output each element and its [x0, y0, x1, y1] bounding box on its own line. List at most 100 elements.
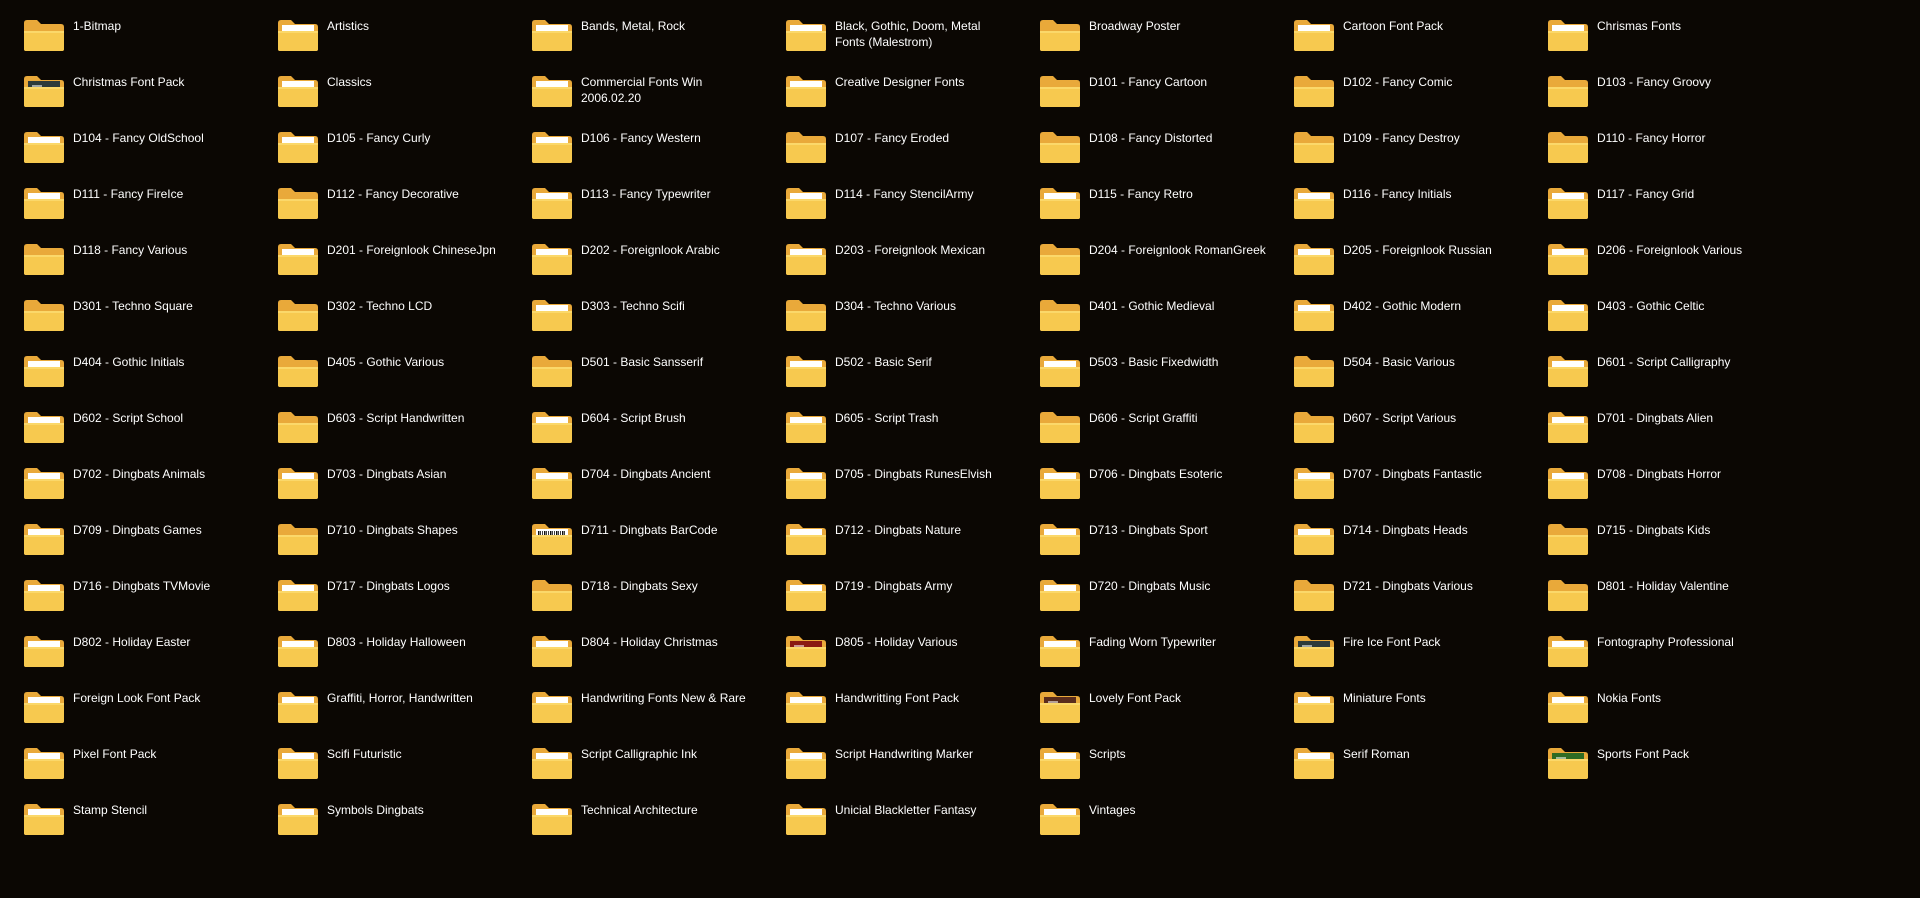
folder-item[interactable]: D605 - Script Trash — [764, 395, 1014, 449]
folder-item[interactable]: Fire Ice Font Pack — [1272, 619, 1522, 673]
folder-item[interactable]: D106 - Fancy Western — [510, 115, 760, 169]
folder-item[interactable]: Fading Worn Typewriter — [1018, 619, 1268, 673]
folder-item[interactable]: D115 - Fancy Retro — [1018, 171, 1268, 225]
folder-item[interactable]: Stamp Stencil — [2, 787, 252, 841]
folder-item[interactable]: Scripts — [1018, 731, 1268, 785]
folder-item[interactable]: Script Handwriting Marker — [764, 731, 1014, 785]
folder-item[interactable]: D607 - Script Various — [1272, 395, 1522, 449]
folder-item[interactable]: D206 - Foreignlook Various — [1526, 227, 1776, 281]
folder-item[interactable]: D503 - Basic Fixedwidth — [1018, 339, 1268, 393]
folder-item[interactable]: D708 - Dingbats Horror — [1526, 451, 1776, 505]
folder-item[interactable]: D606 - Script Graffiti — [1018, 395, 1268, 449]
folder-item[interactable]: D304 - Techno Various — [764, 283, 1014, 337]
folder-item[interactable]: D502 - Basic Serif — [764, 339, 1014, 393]
folder-item[interactable]: D719 - Dingbats Army — [764, 563, 1014, 617]
folder-item[interactable]: D714 - Dingbats Heads — [1272, 507, 1522, 561]
folder-item[interactable]: Bands, Metal, Rock — [510, 3, 760, 57]
folder-item[interactable]: D205 - Foreignlook Russian — [1272, 227, 1522, 281]
folder-item[interactable]: D711 - Dingbats BarCode — [510, 507, 760, 561]
folder-item[interactable]: D110 - Fancy Horror — [1526, 115, 1776, 169]
folder-item[interactable]: D704 - Dingbats Ancient — [510, 451, 760, 505]
folder-item[interactable]: D113 - Fancy Typewriter — [510, 171, 760, 225]
folder-item[interactable]: D404 - Gothic Initials — [2, 339, 252, 393]
folder-item[interactable]: D203 - Foreignlook Mexican — [764, 227, 1014, 281]
folder-item[interactable]: D105 - Fancy Curly — [256, 115, 506, 169]
folder-item[interactable]: D805 - Holiday Various — [764, 619, 1014, 673]
folder-item[interactable]: D102 - Fancy Comic — [1272, 59, 1522, 113]
folder-item[interactable]: Broadway Poster — [1018, 3, 1268, 57]
folder-item[interactable]: Handwriting Fonts New & Rare — [510, 675, 760, 729]
folder-item[interactable]: 1-Bitmap — [2, 3, 252, 57]
folder-item[interactable]: Handwritting Font Pack — [764, 675, 1014, 729]
folder-item[interactable]: D802 - Holiday Easter — [2, 619, 252, 673]
folder-item[interactable]: D716 - Dingbats TVMovie — [2, 563, 252, 617]
folder-item[interactable]: D116 - Fancy Initials — [1272, 171, 1522, 225]
folder-item[interactable]: Fontography Professional — [1526, 619, 1776, 673]
folder-item[interactable]: Miniature Fonts — [1272, 675, 1522, 729]
folder-item[interactable]: D602 - Script School — [2, 395, 252, 449]
folder-item[interactable]: Technical Architecture — [510, 787, 760, 841]
folder-item[interactable]: Black, Gothic, Doom, Metal Fonts (Malest… — [764, 3, 1014, 57]
folder-item[interactable]: D720 - Dingbats Music — [1018, 563, 1268, 617]
folder-item[interactable]: D117 - Fancy Grid — [1526, 171, 1776, 225]
folder-item[interactable]: D801 - Holiday Valentine — [1526, 563, 1776, 617]
folder-item[interactable]: Symbols Dingbats — [256, 787, 506, 841]
folder-item[interactable]: D202 - Foreignlook Arabic — [510, 227, 760, 281]
folder-item[interactable]: D715 - Dingbats Kids — [1526, 507, 1776, 561]
folder-item[interactable]: D717 - Dingbats Logos — [256, 563, 506, 617]
folder-item[interactable]: D107 - Fancy Eroded — [764, 115, 1014, 169]
folder-item[interactable]: Cartoon Font Pack — [1272, 3, 1522, 57]
folder-item[interactable]: D504 - Basic Various — [1272, 339, 1522, 393]
folder-item[interactable]: Lovely Font Pack — [1018, 675, 1268, 729]
folder-item[interactable]: D721 - Dingbats Various — [1272, 563, 1522, 617]
folder-item[interactable]: D108 - Fancy Distorted — [1018, 115, 1268, 169]
folder-item[interactable]: Chrismas Fonts — [1526, 3, 1776, 57]
folder-item[interactable]: D713 - Dingbats Sport — [1018, 507, 1268, 561]
folder-item[interactable]: D707 - Dingbats Fantastic — [1272, 451, 1522, 505]
folder-item[interactable]: D101 - Fancy Cartoon — [1018, 59, 1268, 113]
folder-item[interactable]: D718 - Dingbats Sexy — [510, 563, 760, 617]
folder-item[interactable]: Scifi Futuristic — [256, 731, 506, 785]
folder-item[interactable]: D301 - Techno Square — [2, 283, 252, 337]
folder-item[interactable]: D703 - Dingbats Asian — [256, 451, 506, 505]
folder-item[interactable]: Vintages — [1018, 787, 1268, 841]
folder-item[interactable]: D710 - Dingbats Shapes — [256, 507, 506, 561]
folder-item[interactable]: Foreign Look Font Pack — [2, 675, 252, 729]
folder-item[interactable]: D302 - Techno LCD — [256, 283, 506, 337]
folder-item[interactable]: D705 - Dingbats RunesElvish — [764, 451, 1014, 505]
folder-item[interactable]: D501 - Basic Sansserif — [510, 339, 760, 393]
folder-item[interactable]: D701 - Dingbats Alien — [1526, 395, 1776, 449]
folder-item[interactable]: Serif Roman — [1272, 731, 1522, 785]
folder-item[interactable]: Christmas Font Pack — [2, 59, 252, 113]
folder-item[interactable]: D803 - Holiday Halloween — [256, 619, 506, 673]
folder-item[interactable]: D604 - Script Brush — [510, 395, 760, 449]
folder-item[interactable]: D112 - Fancy Decorative — [256, 171, 506, 225]
folder-item[interactable]: D709 - Dingbats Games — [2, 507, 252, 561]
folder-item[interactable]: Nokia Fonts — [1526, 675, 1776, 729]
folder-item[interactable]: D118 - Fancy Various — [2, 227, 252, 281]
folder-item[interactable]: D402 - Gothic Modern — [1272, 283, 1522, 337]
folder-item[interactable]: D702 - Dingbats Animals — [2, 451, 252, 505]
folder-item[interactable]: Script Calligraphic Ink — [510, 731, 760, 785]
folder-item[interactable]: D712 - Dingbats Nature — [764, 507, 1014, 561]
folder-item[interactable]: Unicial Blackletter Fantasy — [764, 787, 1014, 841]
folder-item[interactable]: D403 - Gothic Celtic — [1526, 283, 1776, 337]
folder-item[interactable]: Classics — [256, 59, 506, 113]
folder-item[interactable]: Artistics — [256, 3, 506, 57]
folder-item[interactable]: D104 - Fancy OldSchool — [2, 115, 252, 169]
folder-item[interactable]: D109 - Fancy Destroy — [1272, 115, 1522, 169]
folder-item[interactable]: Commercial Fonts Win 2006.02.20 — [510, 59, 760, 113]
folder-item[interactable]: D601 - Script Calligraphy — [1526, 339, 1776, 393]
folder-item[interactable]: D706 - Dingbats Esoteric — [1018, 451, 1268, 505]
folder-item[interactable]: Graffiti, Horror, Handwritten — [256, 675, 506, 729]
folder-item[interactable]: D204 - Foreignlook RomanGreek — [1018, 227, 1268, 281]
folder-item[interactable]: D201 - Foreignlook ChineseJpn — [256, 227, 506, 281]
folder-item[interactable]: D303 - Techno Scifi — [510, 283, 760, 337]
folder-item[interactable]: D103 - Fancy Groovy — [1526, 59, 1776, 113]
folder-item[interactable]: D603 - Script Handwritten — [256, 395, 506, 449]
folder-item[interactable]: D114 - Fancy StencilArmy — [764, 171, 1014, 225]
folder-item[interactable]: D804 - Holiday Christmas — [510, 619, 760, 673]
folder-item[interactable]: Pixel Font Pack — [2, 731, 252, 785]
folder-item[interactable]: D405 - Gothic Various — [256, 339, 506, 393]
folder-item[interactable]: D111 - Fancy FireIce — [2, 171, 252, 225]
